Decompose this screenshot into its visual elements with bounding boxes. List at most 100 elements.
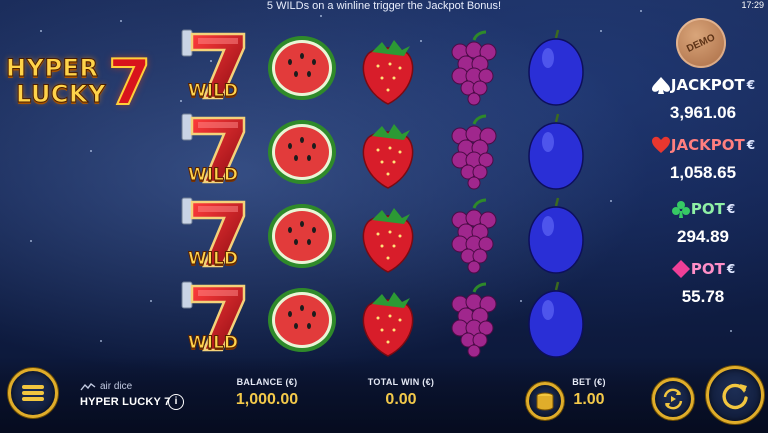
reel-symbol-watermelon bbox=[262, 194, 346, 278]
reel-symbol-watermelon bbox=[262, 26, 346, 110]
spin-button[interactable] bbox=[706, 366, 764, 424]
reel-symbol-strawberry bbox=[346, 110, 430, 194]
autoplay-button[interactable] bbox=[652, 378, 694, 420]
brand-name: air dice bbox=[100, 381, 133, 392]
star bbox=[90, 150, 92, 152]
watermelon-icon bbox=[268, 36, 336, 100]
reel-symbol-seven-wild: WILD bbox=[178, 278, 262, 362]
reel-symbol-plum bbox=[514, 278, 598, 362]
reel-symbol-plum bbox=[514, 194, 598, 278]
star bbox=[600, 30, 602, 32]
jackpot-currency: € bbox=[726, 262, 736, 276]
jackpot-value: 1,058.65 bbox=[669, 163, 737, 182]
reel-symbol-watermelon bbox=[262, 110, 346, 194]
reel-symbol-plum bbox=[514, 26, 598, 110]
star bbox=[610, 200, 612, 202]
reel-symbol-grapes bbox=[430, 278, 514, 362]
plum-icon bbox=[528, 197, 584, 274]
star bbox=[320, 15, 322, 17]
reel-symbol-seven-wild: WILD bbox=[178, 26, 262, 110]
wild-label: WILD bbox=[187, 81, 239, 102]
diamond-icon bbox=[671, 260, 690, 278]
air-dice-logo-icon bbox=[80, 382, 96, 390]
bet-display: BET (€) 1.00 bbox=[566, 377, 612, 409]
jackpot-diamond-display: POT €55.78 bbox=[644, 260, 762, 307]
grapes-icon bbox=[451, 114, 497, 190]
jackpot-title: JACKPOT € bbox=[651, 136, 755, 154]
jackpot-value: 55.78 bbox=[681, 287, 725, 306]
reel-symbol-seven-wild: WILD bbox=[178, 194, 262, 278]
jackpot-name: JACKPOT bbox=[670, 76, 745, 94]
autoplay-icon bbox=[663, 388, 683, 410]
star bbox=[120, 20, 122, 22]
jackpot-name: POT bbox=[690, 260, 725, 278]
reel-symbol-strawberry bbox=[346, 278, 430, 362]
logo-seven-numeral: 7 bbox=[107, 46, 152, 119]
watermelon-icon bbox=[268, 288, 336, 352]
bet-value: 1.00 bbox=[573, 391, 605, 408]
system-clock: 17:29 bbox=[741, 0, 764, 10]
logo-lucky-text: LUCKY bbox=[15, 80, 107, 109]
star bbox=[30, 240, 32, 242]
hamburger-icon bbox=[22, 383, 44, 403]
game-title: HYPER LUCKY 7 bbox=[80, 396, 171, 408]
grapes-icon bbox=[451, 30, 497, 106]
bet-coins-button[interactable] bbox=[526, 382, 564, 420]
demo-badge: DEMO bbox=[676, 18, 726, 68]
spade-icon bbox=[651, 77, 670, 94]
jackpot-name: JACKPOT bbox=[670, 136, 745, 154]
balance-label: BALANCE (€) bbox=[236, 377, 298, 387]
star bbox=[730, 330, 732, 332]
star bbox=[40, 30, 42, 32]
total-win-value: 0.00 bbox=[385, 391, 417, 408]
wild-label: WILD bbox=[187, 249, 239, 270]
jackpot-hint-banner: 5 WILDs on a winline trigger the Jackpot… bbox=[266, 0, 502, 12]
strawberry-icon bbox=[362, 292, 414, 357]
coin-stack-icon bbox=[536, 392, 554, 411]
spin-arrow-icon bbox=[722, 383, 748, 410]
jackpot-spade-display: JACKPOT €3,961.06 bbox=[644, 76, 762, 123]
provider-brand: air dice bbox=[80, 381, 132, 392]
reel-symbol-watermelon bbox=[262, 278, 346, 362]
strawberry-icon bbox=[362, 124, 414, 189]
jackpot-currency: € bbox=[746, 78, 756, 92]
reel-symbol-seven-wild: WILD bbox=[178, 110, 262, 194]
plum-icon bbox=[528, 113, 584, 190]
reel-symbol-strawberry bbox=[346, 194, 430, 278]
star bbox=[150, 300, 152, 302]
jackpot-club-display: POT € 294.89 bbox=[644, 200, 762, 247]
reel-symbol-strawberry bbox=[346, 26, 430, 110]
heart-icon bbox=[651, 136, 670, 153]
jackpot-currency: € bbox=[726, 202, 736, 216]
strawberry-icon bbox=[362, 208, 414, 273]
demo-badge-label: DEMO bbox=[685, 31, 717, 55]
jackpot-currency: € bbox=[746, 138, 756, 152]
game-logo: HYPER LUCKY 7 bbox=[4, 50, 174, 120]
menu-button[interactable] bbox=[8, 368, 58, 418]
grapes-icon bbox=[451, 198, 497, 274]
reel-symbol-grapes bbox=[430, 194, 514, 278]
balance-value: 1,000.00 bbox=[235, 391, 299, 408]
jackpot-title: POT € bbox=[671, 260, 735, 278]
plum-icon bbox=[528, 281, 584, 358]
jackpot-title: POT € bbox=[671, 200, 735, 218]
jackpot-value: 294.89 bbox=[677, 227, 729, 246]
jackpot-value: 3,961.06 bbox=[669, 103, 737, 122]
star bbox=[100, 340, 102, 342]
plum-icon bbox=[528, 29, 584, 106]
reel-symbol-grapes bbox=[430, 26, 514, 110]
logo-hyper-text: HYPER bbox=[5, 54, 99, 83]
jackpot-heart-display: JACKPOT €1,058.65 bbox=[644, 136, 762, 183]
club-icon bbox=[671, 201, 690, 218]
balance-display: BALANCE (€) 1,000.00 bbox=[222, 377, 312, 409]
wild-label: WILD bbox=[187, 333, 239, 354]
total-win-display: TOTAL WIN (€) 0.00 bbox=[355, 377, 447, 409]
watermelon-icon bbox=[268, 204, 336, 268]
game-stage: 5 WILDs on a winline trigger the Jackpot… bbox=[0, 0, 768, 433]
info-button[interactable]: i bbox=[168, 394, 184, 410]
reel-symbol-grapes bbox=[430, 110, 514, 194]
wild-label: WILD bbox=[187, 165, 239, 186]
watermelon-icon bbox=[268, 120, 336, 184]
bet-label: BET (€) bbox=[572, 377, 606, 387]
grapes-icon bbox=[451, 282, 497, 358]
